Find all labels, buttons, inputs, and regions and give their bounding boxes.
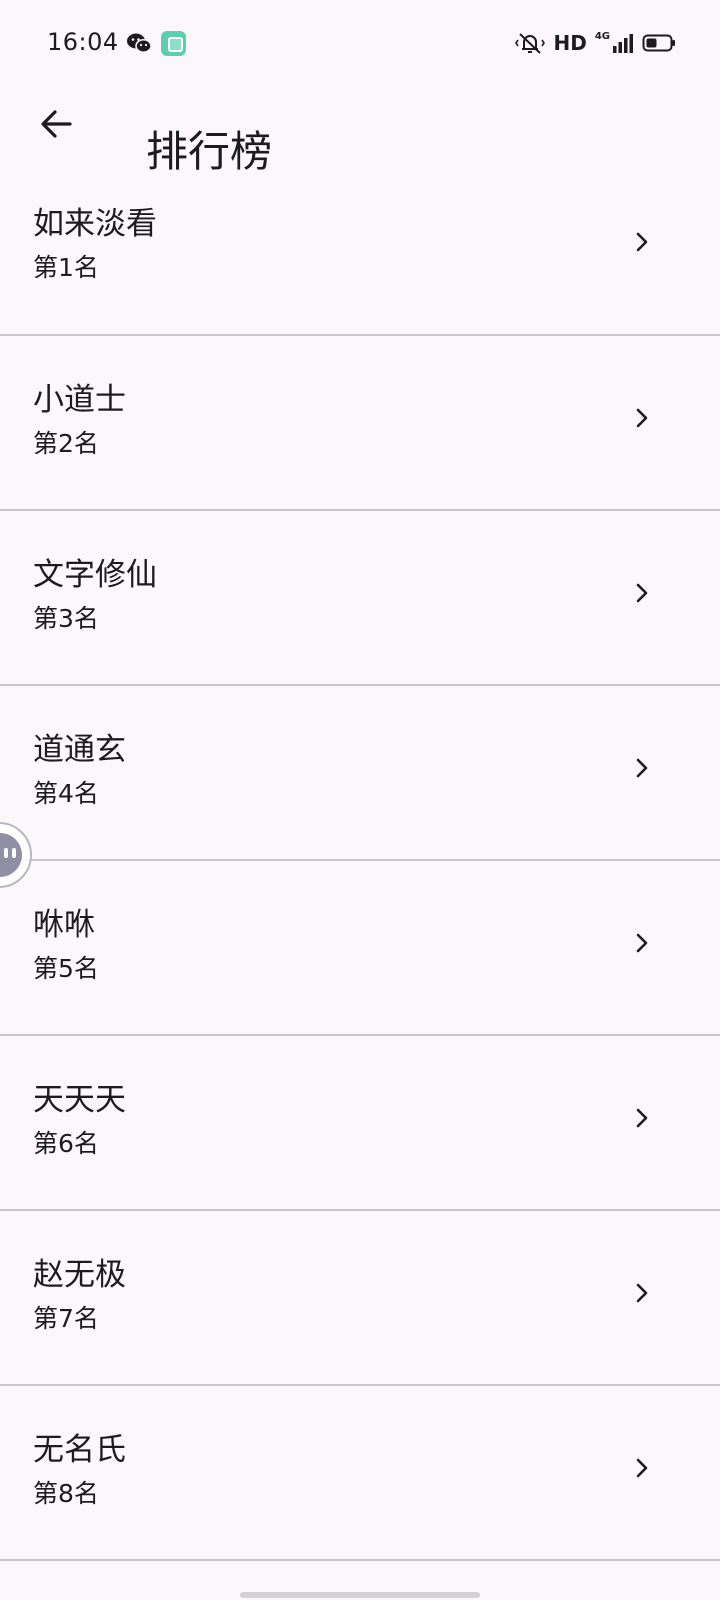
player-name: 天天天 — [33, 1082, 126, 1118]
network-type-label: 4G — [594, 30, 610, 42]
chevron-right-icon — [636, 933, 648, 953]
top-app-bar: 排行榜 — [0, 88, 720, 176]
chevron-right-icon — [636, 1108, 648, 1128]
chevron-right-icon — [636, 408, 648, 428]
rank-position: 第7名 — [33, 1304, 99, 1333]
rank-position: 第3名 — [33, 604, 99, 633]
list-item[interactable]: 无名氏 第8名 — [0, 1386, 720, 1561]
arrow-back-icon — [41, 110, 72, 138]
hd-label: HD — [553, 31, 587, 55]
player-name: 无名氏 — [33, 1432, 126, 1468]
player-name: 赵无极 — [33, 1257, 126, 1293]
ranking-list: 如来淡看 第1名 小道士 第2名 文字修仙 第3名 道通玄 第4名 咻咻 第5名… — [0, 160, 720, 1561]
list-item[interactable]: 小道士 第2名 — [0, 336, 720, 511]
rank-position: 第1名 — [33, 253, 99, 282]
status-icons: HD 4G — [515, 28, 676, 58]
player-name: 小道士 — [33, 382, 126, 418]
list-item[interactable]: 如来淡看 第1名 — [0, 160, 720, 336]
gesture-navigation-handle[interactable] — [240, 1592, 480, 1598]
back-button[interactable] — [28, 96, 84, 152]
chevron-right-icon — [636, 232, 648, 252]
rank-position: 第4名 — [33, 779, 99, 808]
list-item[interactable]: 咻咻 第5名 — [0, 861, 720, 1036]
signal-icon — [613, 34, 633, 53]
chevron-right-icon — [636, 758, 648, 778]
rank-position: 第8名 — [33, 1479, 99, 1508]
app-notification-icon — [161, 31, 186, 56]
chevron-right-icon — [636, 583, 648, 603]
floating-assist-icon — [0, 833, 22, 877]
battery-icon — [642, 34, 675, 52]
chevron-right-icon — [636, 1458, 648, 1478]
rank-position: 第2名 — [33, 429, 99, 458]
list-item[interactable]: 文字修仙 第3名 — [0, 511, 720, 686]
list-item[interactable]: 赵无极 第7名 — [0, 1211, 720, 1386]
list-item[interactable]: 天天天 第6名 — [0, 1036, 720, 1211]
screen: 16:04 HD 4G 排行榜 如来淡看 第1名 小道士 第2名 文字修仙 第3… — [0, 0, 720, 1600]
rank-position: 第5名 — [33, 954, 99, 983]
vibrate-silent-icon — [515, 33, 546, 54]
player-name: 如来淡看 — [33, 206, 157, 242]
player-name: 咻咻 — [33, 907, 95, 943]
list-item[interactable]: 道通玄 第4名 — [0, 686, 720, 861]
wechat-icon — [127, 33, 152, 53]
player-name: 文字修仙 — [33, 557, 157, 593]
rank-position: 第6名 — [33, 1129, 99, 1158]
status-bar: 16:04 HD 4G — [0, 0, 720, 88]
chevron-right-icon — [636, 1283, 648, 1303]
status-time: 16:04 — [47, 28, 119, 56]
player-name: 道通玄 — [33, 732, 126, 768]
